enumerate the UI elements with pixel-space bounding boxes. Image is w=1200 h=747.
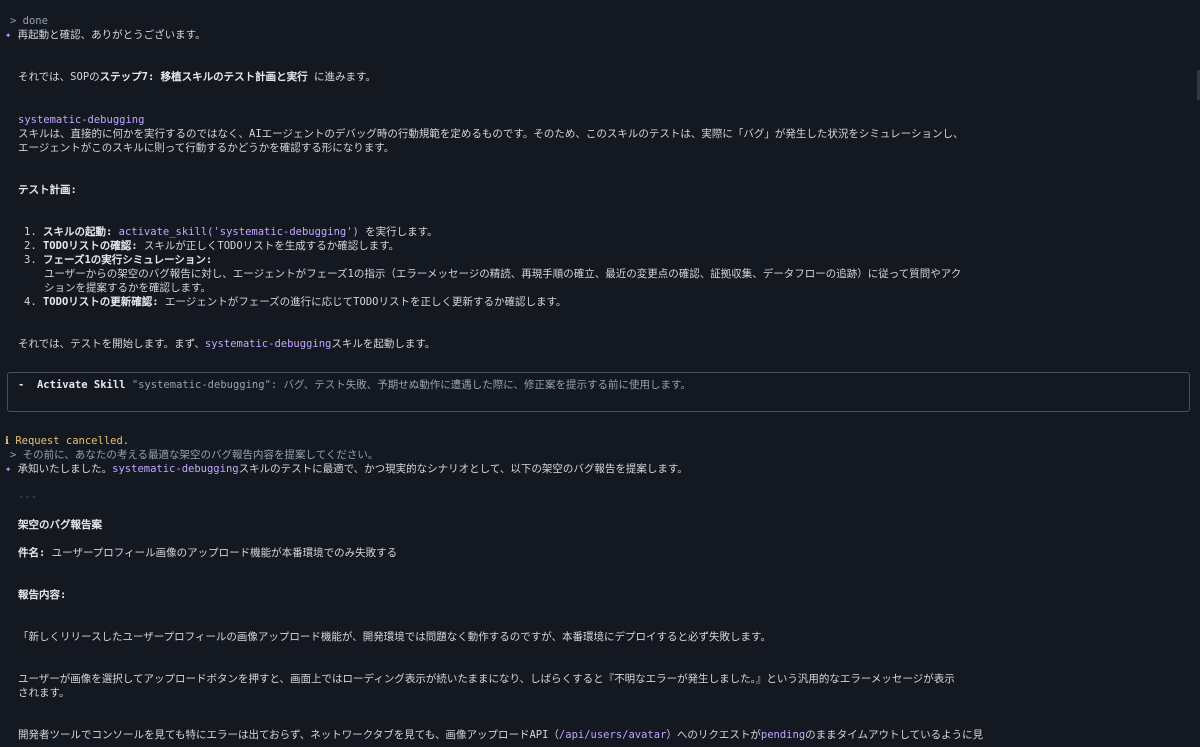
cancel-notice: ℹ Request cancelled.: [5, 434, 129, 448]
report-paragraph-2-line1: ユーザーが画像を選択してアップロードボタンを押すと、画面上ではローディング表示が…: [18, 673, 955, 685]
skill-description-line2: エージェントがこのスキルに則って行動するかどうかを確認する形になります。: [18, 142, 395, 154]
plan-item-3: 3. フェーズ1の実行シミュレーション:: [24, 253, 212, 267]
tool-call-args: "systematic-debugging": バグ、テスト失敗、予期せぬ動作に…: [131, 379, 691, 391]
skill-name: systematic-debugging: [18, 114, 145, 126]
prompt-mark: >: [10, 15, 23, 27]
start-skill-code: systematic-debugging: [204, 338, 332, 350]
plan-item-2: 2. TODOリストの確認: スキルが正しくTODOリストを生成するか確認します…: [24, 239, 399, 253]
intro-suffix: スキルのテストに最適で、かつ現実的なシナリオとして、以下の架空のバグ報告を提案し…: [238, 463, 688, 475]
api-path-code: /api/users/avatar: [558, 729, 667, 741]
report-paragraph-3: 開発者ツールでコンソールを見ても特にエラーは出ておらず、ネットワークタブを見ても…: [18, 728, 983, 742]
plan-item-title: TODOリストの更新確認:: [42, 296, 159, 308]
prompt-mark: >: [10, 449, 23, 461]
start-suffix: スキルを起動します。: [331, 338, 436, 350]
sparkle-icon: ✦: [5, 463, 12, 475]
plan-item-text: を実行します。: [358, 226, 438, 238]
plan-item-number: 4.: [24, 296, 37, 308]
plan-item-text: エージェントがフェーズの進行に応じてTODOリストを正しく更新するか確認します。: [158, 296, 567, 308]
report-content-heading: 報告内容:: [18, 589, 67, 601]
info-icon: ℹ: [5, 435, 9, 447]
plan-item-4: 4. TODOリストの更新確認: エージェントがフェーズの進行に応じてTODOリ…: [24, 295, 566, 309]
user-prompt-text: その前に、あなたの考える最適な架空のバグ報告内容を提案してください。: [22, 449, 379, 461]
horizontal-rule: ---: [18, 491, 37, 503]
start-test-line: それでは、テストを開始します。まず、systematic-debuggingスキ…: [18, 337, 435, 351]
pending-code: pending: [760, 729, 806, 741]
tool-call-line: - Activate Skill "systematic-debugging":…: [18, 378, 691, 392]
plan-item-number: 1.: [24, 226, 37, 238]
plan-item-number: 3.: [24, 254, 37, 266]
bug-report-title: 件名: ユーザープロフィール画像のアップロード機能が本番環境でのみ失敗する: [18, 546, 397, 560]
step-line: それでは、SOPのステップ7: 移植スキルのテスト計画と実行 に進みます。: [18, 70, 376, 84]
para3-prefix: 開発者ツールでコンソールを見ても特にエラーは出ておらず、ネットワークタブを見ても…: [18, 729, 559, 741]
para3-suffix: のままタイムアウトしているように見: [805, 729, 984, 741]
tool-call-label: Activate Skill: [36, 379, 126, 391]
intro-skill-code: systematic-debugging: [112, 463, 239, 475]
step-title: ステップ7: 移植スキルのテスト計画と実行: [99, 71, 308, 83]
plan-item-text: スキルが正しくTODOリストを生成するか確認します。: [137, 240, 400, 252]
report-paragraph-1: 「新しくリリースしたユーザープロフィールの画像アップロード機能が、開発環境では問…: [18, 631, 771, 643]
plan-item-title: フェーズ1の実行シミュレーション:: [42, 254, 213, 266]
prev-command: done: [22, 15, 48, 27]
cancel-text: Request cancelled.: [15, 435, 130, 447]
intro-prefix: 承知いたしました。: [17, 463, 113, 475]
report-paragraph-2-line2: されます。: [18, 687, 70, 699]
step-suffix: に進みます。: [307, 71, 376, 83]
plan-item-title: スキルの起動:: [42, 226, 113, 238]
terminal-output: > done ✦ 再起動と確認、ありがとうございます。 それでは、SOPのステッ…: [0, 0, 1200, 747]
assistant-intro-text: 再起動と確認、ありがとうございます。: [17, 29, 206, 41]
assistant-message-intro: ✦ 再起動と確認、ありがとうございます。: [5, 28, 206, 42]
assistant-message-2-intro: ✦ 承知いたしました。systematic-debuggingスキルのテストに最…: [5, 462, 688, 476]
step-prefix: それでは、SOPの: [18, 71, 100, 83]
skill-description-line1: スキルは、直接的に何かを実行するのではなく、AIエージェントのデバッグ時の行動規…: [18, 128, 964, 140]
plan-item-3-detail-line1: ユーザーからの架空のバグ報告に対し、エージェントがフェーズ1の指示（エラーメッセ…: [44, 268, 962, 280]
plan-item-title: TODOリストの確認:: [42, 240, 138, 252]
plan-item-number: 2.: [24, 240, 37, 252]
user-prompt-line: > その前に、あなたの考える最適な架空のバグ報告内容を提案してください。: [10, 448, 378, 462]
prev-command-line: > done: [10, 14, 48, 28]
sparkle-icon: ✦: [5, 29, 12, 41]
plan-item-1: 1. スキルの起動: activate_skill('systematic-de…: [24, 225, 438, 239]
para3-middle: ）へのリクエストが: [666, 729, 761, 741]
title-label: 件名:: [18, 547, 46, 559]
plan-item-3-detail-line2: ションを提案するかを確認します。: [44, 282, 211, 294]
test-plan-heading: テスト計画:: [18, 184, 77, 196]
plan-item-code: activate_skill('systematic-debugging'): [118, 226, 359, 238]
bug-report-heading: 架空のバグ報告案: [18, 519, 102, 531]
start-prefix: それでは、テストを開始します。まず、: [18, 338, 205, 350]
title-text: ユーザープロフィール画像のアップロード機能が本番環境でのみ失敗する: [45, 547, 398, 559]
tool-call-dash: -: [18, 379, 25, 391]
